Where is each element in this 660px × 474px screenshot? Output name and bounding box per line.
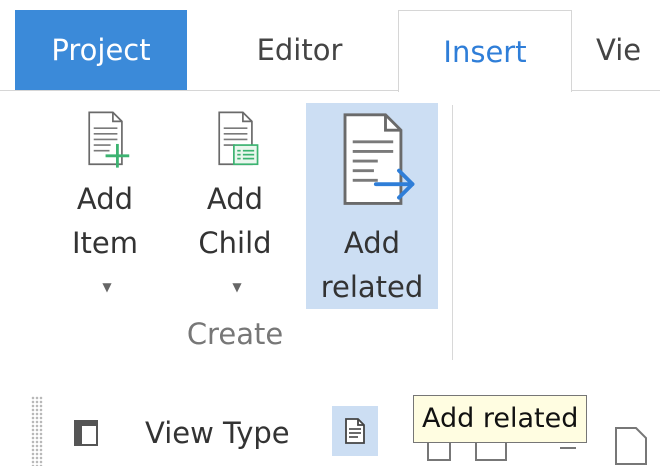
add-child-label-line1: Add — [206, 182, 264, 216]
add-item-button[interactable]: Add Item ▼ — [44, 103, 166, 309]
dropdown-caret-icon[interactable]: ▼ — [76, 265, 138, 309]
group-label-create: Create — [186, 317, 284, 351]
tab-view[interactable]: Vie — [590, 10, 660, 90]
add-related-label-line2: related — [320, 270, 424, 304]
add-item-label-line1: Add — [76, 182, 134, 216]
document-view-button[interactable] — [332, 406, 378, 456]
view-type-icon — [74, 420, 98, 446]
tab-insert[interactable]: Insert — [398, 10, 572, 92]
add-related-button[interactable]: Add related — [306, 103, 438, 309]
add-item-icon — [88, 111, 130, 168]
ribbon-tab-bar: Project Editor Insert Vie — [0, 0, 660, 92]
add-item-label-line2: Item — [71, 226, 138, 260]
tab-editor[interactable]: Editor — [212, 10, 387, 90]
add-related-label-line1: Add — [343, 226, 401, 260]
ribbon-panel: Add Item ▼ Add Child ▼ Add related Creat… — [0, 91, 660, 371]
tab-project[interactable]: Project — [15, 10, 187, 90]
add-child-icon — [218, 111, 259, 166]
add-related-icon — [343, 113, 415, 205]
dropdown-caret-icon[interactable]: ▼ — [202, 265, 271, 309]
add-child-button[interactable]: Add Child ▼ — [172, 103, 298, 309]
document-icon — [345, 418, 365, 444]
group-separator — [452, 105, 453, 360]
tooltip: Add related — [413, 395, 588, 443]
view-type-label[interactable]: View Type — [145, 416, 290, 450]
toolbar-grip-handle[interactable] — [31, 396, 43, 466]
add-child-label-line2: Child — [198, 226, 272, 260]
